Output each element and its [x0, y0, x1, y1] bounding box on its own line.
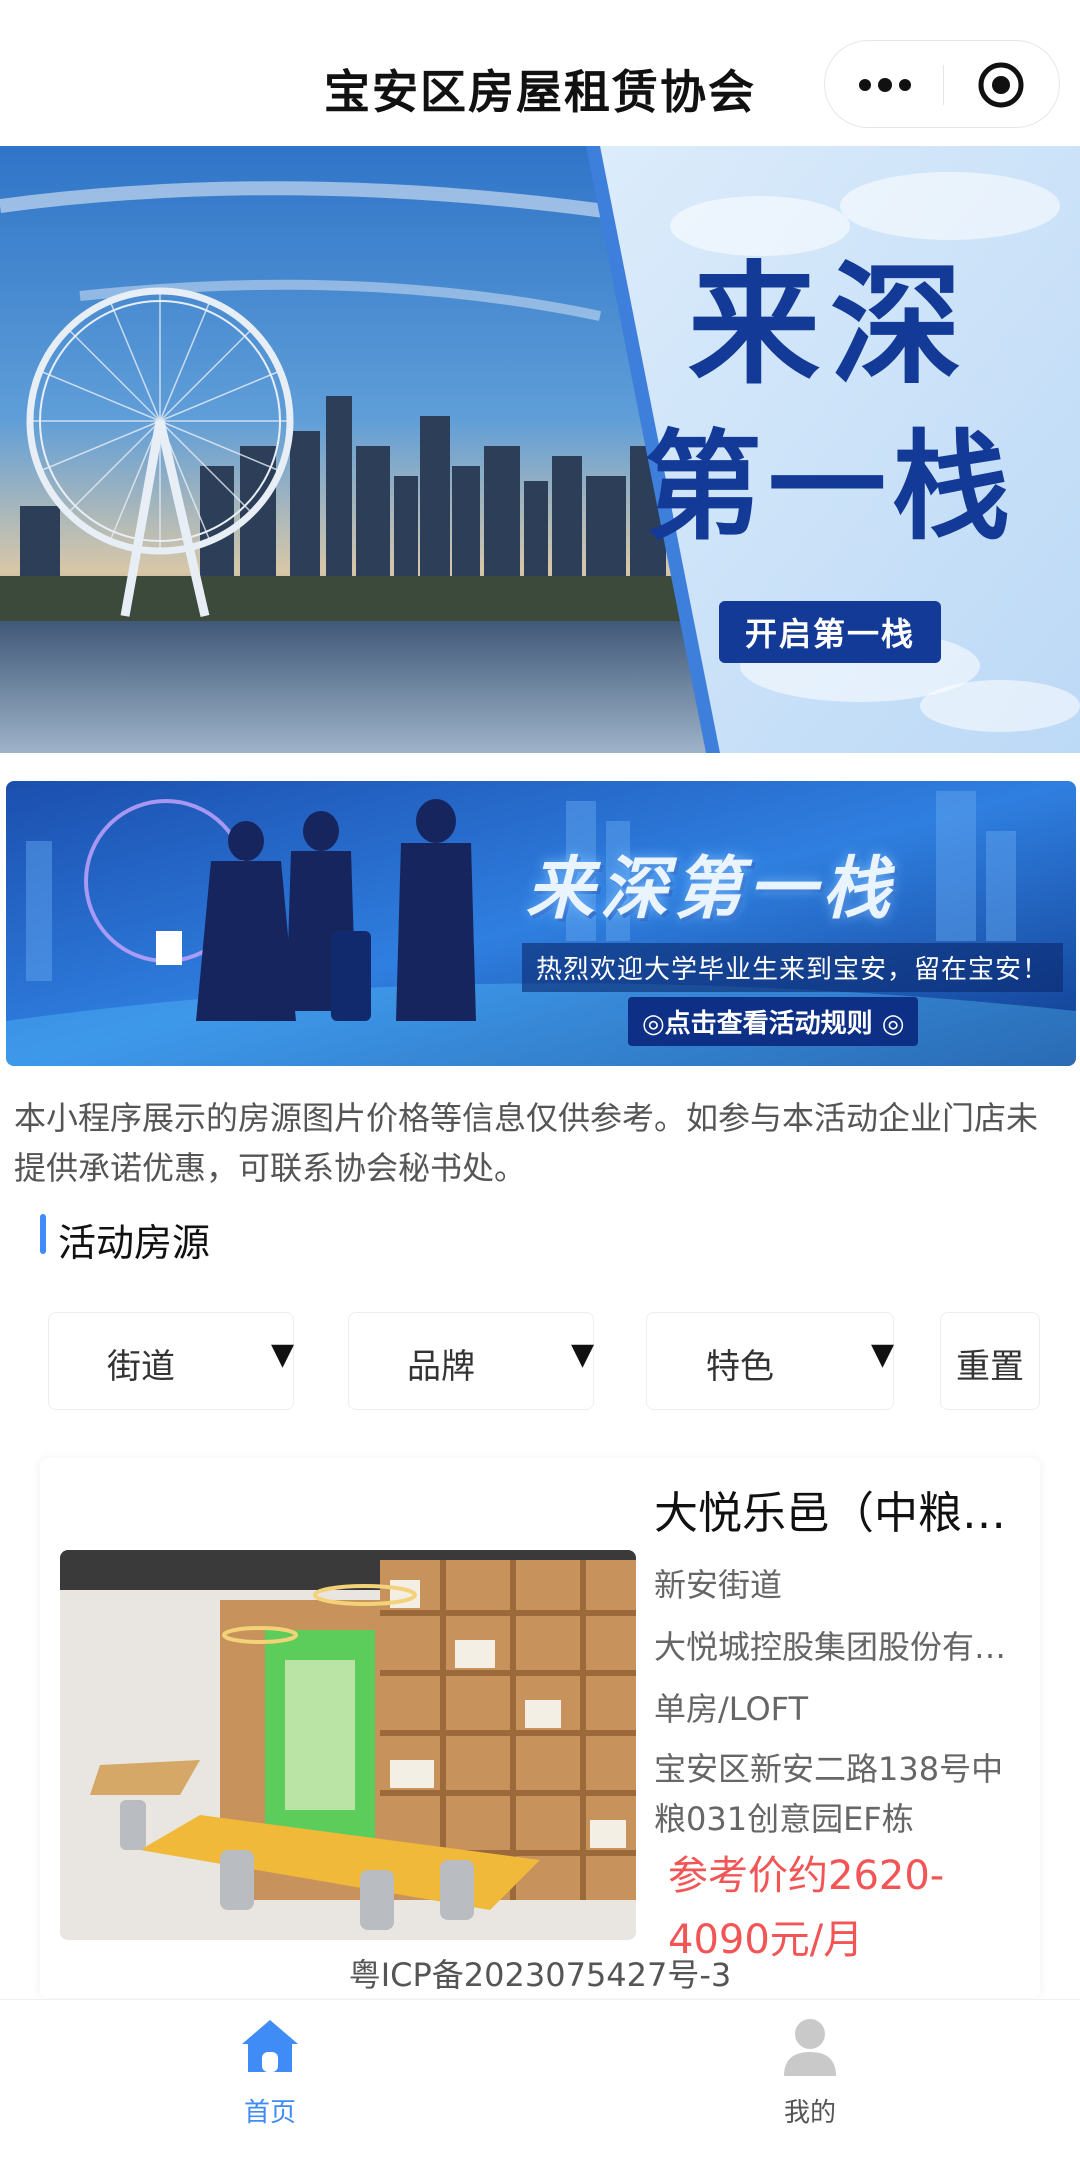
listing-info: 大悦乐邑（中粮… 新安街道 大悦城控股集团股份有… 单房/LOFT 宝安区新安二… — [654, 1484, 1024, 1972]
listing-room-type: 单房/LOFT — [654, 1690, 809, 1728]
dropdown-arrow-icon: ▼ — [271, 1337, 295, 1372]
street-filter-label: 街道 — [107, 1347, 175, 1387]
listing-card[interactable]: 大悦乐邑（中粮… 新安街道 大悦城控股集团股份有… 单房/LOFT 宝安区新安二… — [40, 1458, 1040, 1998]
home-icon — [242, 2020, 298, 2072]
listing-company: 大悦城控股集团股份有… — [654, 1628, 1007, 1666]
hero-text-block: 来深 第一栈 开启第一栈 — [630, 251, 1030, 663]
reset-filter-button[interactable]: 重置 — [940, 1312, 1040, 1410]
target-icon[interactable] — [977, 61, 1025, 109]
hero-start-button[interactable]: 开启第一栈 — [718, 601, 941, 663]
activity-banner-subtitle: 热烈欢迎大学毕业生来到宝安，留在宝安！ — [522, 943, 1064, 992]
section-accent-bar — [40, 1214, 46, 1254]
street-filter[interactable]: 街道 ▼ — [48, 1312, 294, 1410]
reset-label: 重置 — [956, 1347, 1024, 1387]
activity-banner-title: 来深第一栈 — [526, 850, 897, 929]
user-icon — [784, 2019, 836, 2076]
tab-home-label: 首页 — [243, 2098, 296, 2128]
mini-program-capsule — [824, 40, 1060, 128]
brand-filter-label: 品牌 — [407, 1347, 475, 1387]
dropdown-arrow-icon: ▼ — [571, 1337, 595, 1372]
hero-subheadline: 第一栈 — [643, 418, 1016, 556]
section-title: 活动房源 — [58, 1221, 211, 1265]
activity-rules-button[interactable]: ◎点击查看活动规则 ◎ — [628, 997, 919, 1046]
icp-record: 粤ICP备2023075427号-3 — [348, 1956, 732, 1994]
dropdown-arrow-icon: ▼ — [871, 1337, 895, 1372]
activity-banner[interactable]: 来深第一栈 热烈欢迎大学毕业生来到宝安，留在宝安！ ◎点击查看活动规则 ◎ — [6, 781, 1076, 1066]
tab-bar: 首页 我的 — [0, 2000, 1080, 2157]
feature-filter[interactable]: 特色 ▼ — [646, 1312, 894, 1410]
hero-banner[interactable]: 来深 第一栈 开启第一栈 — [0, 146, 1080, 753]
feature-filter-label: 特色 — [706, 1347, 774, 1387]
nav-bar: 宝安区房屋租赁协会 — [0, 0, 1080, 146]
hero-headline: 来深 — [688, 249, 972, 403]
tab-mine-label: 我的 — [783, 2098, 836, 2128]
tab-mine[interactable]: 我的 — [710, 2014, 910, 2129]
more-dots-icon[interactable] — [857, 65, 913, 105]
listing-photo[interactable] — [60, 1550, 636, 1940]
capsule-divider — [943, 65, 944, 105]
disclaimer-text: 本小程序展示的房源图片价格等信息仅供参考。如参与本活动企业门店未提供承诺优惠，可… — [14, 1099, 1039, 1187]
listing-address: 宝安区新安二路138号中粮031创意园EF栋 — [654, 1750, 1004, 1838]
listing-name[interactable]: 大悦乐邑（中粮… — [654, 1484, 1024, 1544]
listing-street: 新安街道 — [654, 1566, 783, 1604]
tab-home[interactable]: 首页 — [170, 2014, 370, 2129]
listing-photo-image — [60, 1550, 636, 1940]
brand-filter[interactable]: 品牌 ▼ — [348, 1312, 594, 1410]
